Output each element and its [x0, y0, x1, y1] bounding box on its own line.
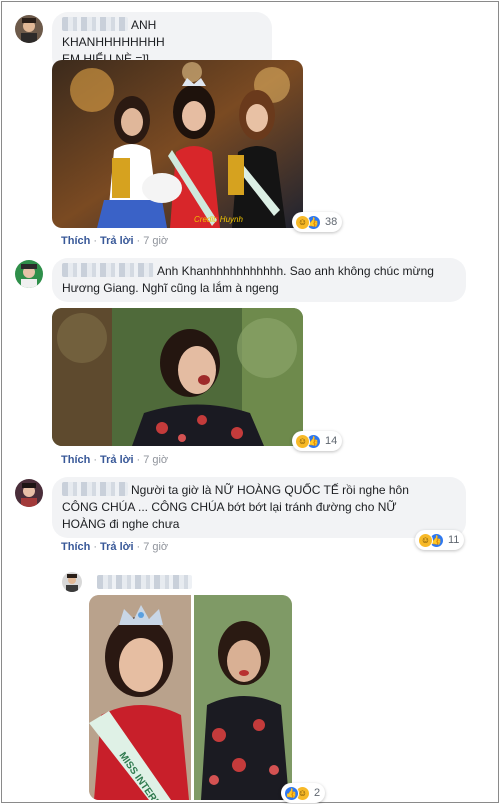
avatar[interactable]	[15, 479, 43, 507]
reaction-count: 2	[314, 787, 321, 799]
like-button[interactable]: Thích	[61, 454, 90, 466]
like-button[interactable]: Thích	[61, 541, 90, 553]
comment-text-line: CÔNG CHÚA ... CÔNG CHÚA bớt bớt lại trán…	[62, 500, 397, 514]
comment-text-line: Người ta giờ là NỮ HOÀNG QUỐC TẾ rồi ngh…	[131, 483, 409, 497]
separator-dot: ·	[93, 541, 98, 553]
haha-icon: ☺	[418, 532, 433, 548]
separator-dot: ·	[93, 454, 98, 466]
reaction-summary[interactable]: ☺ 👍 11	[415, 530, 465, 550]
comment-timestamp[interactable]: 7 giờ	[143, 235, 168, 247]
reply-photo[interactable]: MISS INTERN	[89, 595, 292, 800]
reply-author-name-blurred[interactable]	[97, 575, 192, 589]
reply-avatar[interactable]	[62, 572, 82, 592]
comment-photo[interactable]	[52, 308, 303, 446]
reaction-count: 14	[325, 435, 338, 447]
reaction-summary[interactable]: ☺ 👍 14	[292, 431, 343, 451]
separator-dot: ·	[93, 235, 98, 247]
reaction-summary[interactable]: ☺ 👍 38	[292, 212, 343, 232]
comment-photo[interactable]: Credit: Huynh	[52, 60, 303, 228]
haha-icon: ☺	[295, 433, 310, 449]
author-name-blurred[interactable]	[62, 17, 128, 31]
reply-button[interactable]: Trả lời	[100, 235, 134, 247]
separator-dot: ·	[136, 454, 141, 466]
comment-timestamp[interactable]: 7 giờ	[143, 541, 168, 553]
reply-button[interactable]: Trả lời	[100, 454, 134, 466]
separator-dot: ·	[136, 235, 141, 247]
like-icon: 👍	[284, 785, 299, 801]
reaction-summary[interactable]: 👍 ☺ 2	[281, 783, 326, 803]
avatar[interactable]	[15, 260, 43, 288]
comment-actions: Thích · Trả lời · 7 giờ	[61, 235, 168, 247]
reply-button[interactable]: Trả lời	[100, 541, 134, 553]
haha-icon: ☺	[295, 214, 310, 230]
author-name-blurred[interactable]	[62, 482, 128, 496]
comment-actions: Thích · Trả lời · 7 giờ	[61, 454, 168, 466]
comment-text-line: Anh Khanhhhhhhhhhhh. Sao anh không chúc …	[157, 264, 434, 278]
reaction-count: 38	[325, 216, 338, 228]
comment-text-line: Hương Giang. Nghĩ cũng la lắm à ngeng	[62, 281, 279, 295]
comment-thread: ANH KHANHHHHHHHH EM HIỂU NÈ =]] Credit: …	[1, 1, 499, 803]
comment-timestamp[interactable]: 7 giờ	[143, 454, 168, 466]
avatar[interactable]	[15, 15, 43, 43]
comment-actions: Thích · Trả lời · 7 giờ	[61, 541, 168, 553]
comment-bubble: Anh Khanhhhhhhhhhhh. Sao anh không chúc …	[52, 258, 466, 302]
comment-text-line: HOÀNG đi nghe chưa	[62, 517, 180, 531]
photo-watermark: Credit: Huynh	[194, 215, 243, 224]
separator-dot: ·	[136, 541, 141, 553]
like-button[interactable]: Thích	[61, 235, 90, 247]
reaction-count: 11	[448, 534, 460, 546]
comment-bubble: Người ta giờ là NỮ HOÀNG QUỐC TẾ rồi ngh…	[52, 477, 466, 538]
author-name-blurred[interactable]	[62, 263, 154, 277]
